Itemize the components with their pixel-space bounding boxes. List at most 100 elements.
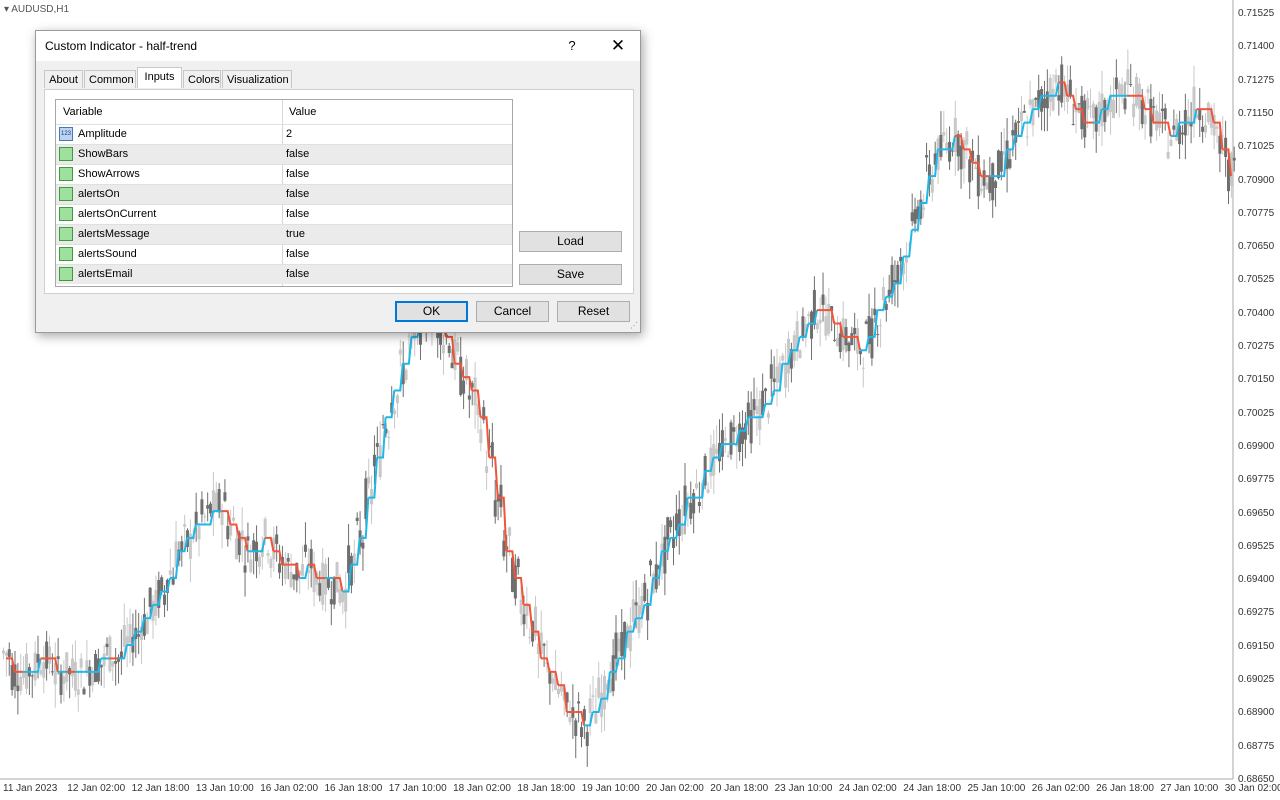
candle-body <box>249 559 253 572</box>
halftrend-up-segment <box>394 363 404 392</box>
tab-inputs[interactable]: Inputs <box>137 67 182 88</box>
candle-body <box>62 676 66 685</box>
candle-body <box>930 178 934 193</box>
tab-about[interactable]: About <box>44 70 83 88</box>
time-tick-label: 12 Jan 18:00 <box>131 783 190 794</box>
halftrend-up-segment <box>903 229 913 258</box>
candle-body <box>706 489 710 493</box>
grid-row-showarrows[interactable]: ShowArrows false <box>56 164 512 184</box>
candle-body <box>301 564 305 576</box>
reset-button[interactable]: Reset <box>557 301 630 322</box>
grid-row-alertsoncurrent[interactable]: alertsOnCurrent false <box>56 204 512 224</box>
price-tick-label: 0.70400 <box>1238 307 1275 319</box>
halftrend-up-segment <box>385 390 396 419</box>
candle-body <box>347 545 351 574</box>
candle-body <box>45 641 49 669</box>
candle-body <box>663 536 667 574</box>
candle-body <box>479 429 483 444</box>
tab-common[interactable]: Common <box>84 70 136 88</box>
load-button[interactable]: Load <box>519 231 622 252</box>
candle-body <box>939 134 943 157</box>
grid-row-alertsemail[interactable]: alertsEmail false <box>56 264 512 284</box>
candle-body <box>321 562 325 605</box>
time-tick-label: 18 Jan 18:00 <box>517 783 576 794</box>
candle-body <box>197 526 201 540</box>
candle-body <box>1143 115 1147 125</box>
candle-body <box>1166 151 1170 159</box>
candle-body <box>490 442 494 458</box>
price-tick-label: 0.69650 <box>1238 507 1275 519</box>
ok-button[interactable]: OK <box>395 301 468 322</box>
candle-body <box>654 564 658 590</box>
cancel-button[interactable]: Cancel <box>476 301 549 322</box>
resize-grip-icon[interactable]: ⋰ <box>630 321 638 330</box>
variable-name: alertsOn <box>78 188 120 200</box>
candle-body <box>1017 121 1021 123</box>
candle-body <box>556 688 560 695</box>
candle-body <box>1034 97 1038 100</box>
candle-body <box>996 150 1000 179</box>
variable-value[interactable]: false <box>286 248 309 260</box>
grid-row-alertsmessage[interactable]: alertsMessage true <box>56 224 512 244</box>
header-value[interactable]: Value <box>289 106 316 118</box>
halftrend-up-segment <box>592 698 603 714</box>
candle-body <box>105 643 109 648</box>
tab-visualization[interactable]: Visualization <box>222 70 292 88</box>
candle-body <box>749 410 753 444</box>
variable-value[interactable]: 2 <box>286 128 292 140</box>
candle-body <box>784 364 788 388</box>
variable-value[interactable]: false <box>286 188 309 200</box>
variable-name: ShowArrows <box>78 168 140 180</box>
dialog-titlebar[interactable]: Custom Indicator - half-trend ? ✕ <box>36 31 640 61</box>
tab-colors[interactable]: Colors <box>183 70 221 88</box>
candle-body <box>493 500 497 517</box>
candle-body <box>361 542 365 549</box>
candle-body <box>252 540 256 552</box>
candle-body <box>269 558 273 568</box>
candle-body <box>378 445 382 478</box>
candle-body <box>2 650 5 654</box>
save-button[interactable]: Save <box>519 264 622 285</box>
candle-body <box>459 356 463 395</box>
candle-body <box>48 646 52 664</box>
candle-body <box>643 582 647 601</box>
variable-name: alertsEmail <box>78 268 133 280</box>
chart-symbol-label: ▾ AUDUSD,H1 <box>4 4 69 15</box>
help-button[interactable]: ? <box>558 35 586 57</box>
close-icon[interactable]: ✕ <box>604 35 632 57</box>
candle-body <box>910 212 914 222</box>
candle-body <box>499 484 503 508</box>
grid-row-amplitude[interactable]: 123 Amplitude 2 <box>56 124 512 144</box>
chart-menu-triangle-icon[interactable]: ▾ <box>4 4 9 15</box>
variable-value[interactable]: false <box>286 208 309 220</box>
candle-body <box>1060 64 1064 103</box>
halftrend-down-segment <box>1161 121 1172 137</box>
candle-body <box>1019 111 1023 122</box>
candle-body <box>1180 132 1184 135</box>
variable-value[interactable]: false <box>286 168 309 180</box>
candle-body <box>441 345 445 354</box>
grid-row-showbars[interactable]: ShowBars false <box>56 144 512 164</box>
header-variable[interactable]: Variable <box>63 106 103 118</box>
variable-value[interactable]: false <box>286 148 309 160</box>
candle-body <box>263 518 267 537</box>
halftrend-down-segment <box>489 456 499 498</box>
variable-value[interactable]: false <box>286 268 309 280</box>
candle-body <box>223 492 227 501</box>
grid-row-alertson[interactable]: alertsOn false <box>56 184 512 204</box>
candle-body <box>522 614 526 625</box>
boolean-icon <box>59 187 73 201</box>
candle-body <box>324 564 328 595</box>
grid-row-alertssound[interactable]: alertsSound false <box>56 244 512 264</box>
candle-body <box>953 117 957 153</box>
price-tick-label: 0.69900 <box>1238 440 1275 452</box>
candle-body <box>217 489 221 513</box>
candle-body <box>1203 125 1207 133</box>
variable-value[interactable]: true <box>286 228 305 240</box>
candle-body <box>1146 89 1150 93</box>
candle-body <box>1129 84 1133 86</box>
candle-body <box>672 537 676 549</box>
candle-body <box>692 493 696 514</box>
candle-body <box>502 540 506 557</box>
candle-body <box>726 455 730 457</box>
